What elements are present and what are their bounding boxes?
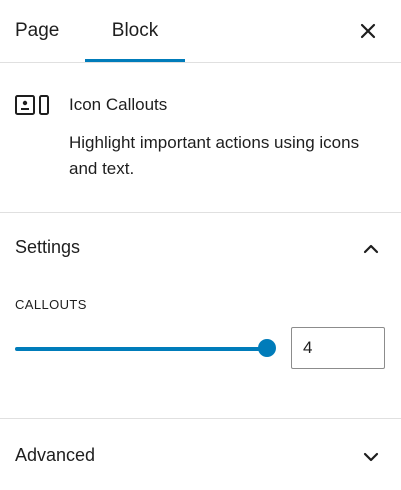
callouts-label: CALLOUTS xyxy=(15,297,87,312)
advanced-panel-title: Advanced xyxy=(15,445,96,465)
settings-panel-title: Settings xyxy=(15,237,81,257)
callouts-slider-thumb[interactable] xyxy=(258,339,276,357)
tab-block-label: Block xyxy=(111,20,159,41)
settings-panel-toggle[interactable]: Settings xyxy=(0,213,401,285)
callouts-slider-track[interactable] xyxy=(15,347,267,351)
block-inspector-sidebar: Page Block Icon Callouts Highlight impor… xyxy=(0,0,401,490)
close-sidebar-button[interactable] xyxy=(353,16,383,46)
block-description: Highlight important actions using icons … xyxy=(69,133,360,178)
tab-page-label: Page xyxy=(15,20,60,41)
active-tab-indicator xyxy=(85,59,185,62)
advanced-panel-toggle[interactable]: Advanced xyxy=(0,419,401,490)
chevron-up-icon xyxy=(363,244,379,254)
icon-callouts-block-icon xyxy=(15,95,49,115)
tab-page[interactable]: Page xyxy=(15,0,59,62)
tab-block[interactable]: Block xyxy=(85,0,185,62)
block-card: Icon Callouts Highlight important action… xyxy=(0,63,401,213)
settings-panel: Settings CALLOUTS xyxy=(0,213,401,419)
close-icon xyxy=(360,23,376,39)
sidebar-tabs-header: Page Block xyxy=(0,0,401,63)
callouts-slider-fill xyxy=(15,347,267,351)
chevron-down-icon xyxy=(363,452,379,462)
callouts-number-input[interactable] xyxy=(291,327,385,369)
block-title: Icon Callouts xyxy=(69,95,168,114)
